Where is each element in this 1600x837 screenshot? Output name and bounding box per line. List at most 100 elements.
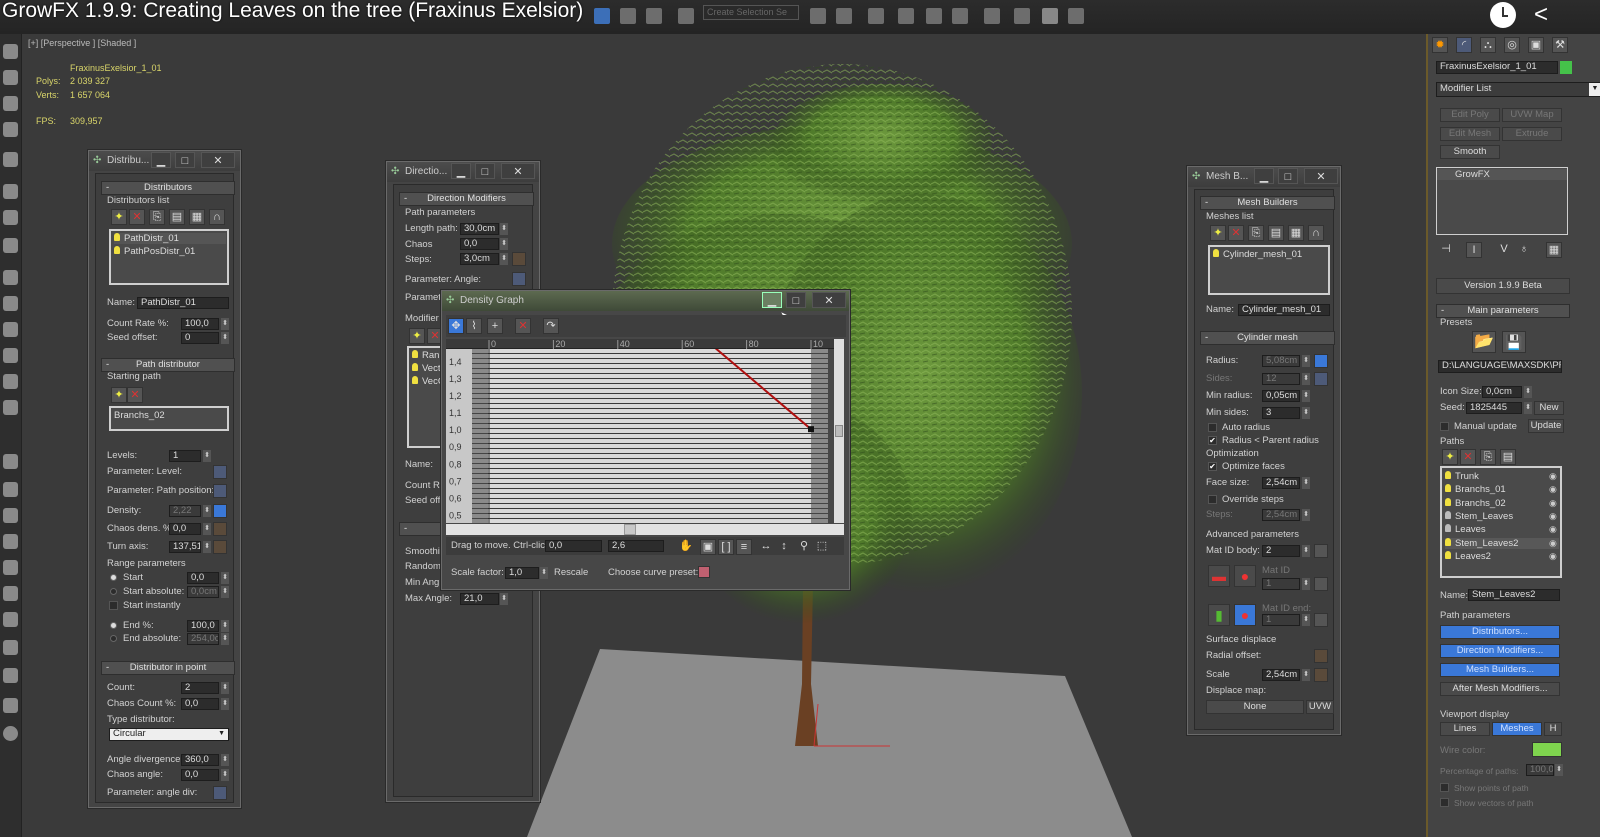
remove-path-icon[interactable]: ✕ — [127, 387, 143, 403]
chaos-angle-input[interactable]: 0,0 — [181, 769, 219, 781]
maximize-button[interactable]: □ — [786, 292, 806, 308]
distributors-rollout-header[interactable]: - Distributors — [101, 181, 235, 195]
start-absolute-input[interactable]: 0,0cm — [187, 586, 219, 598]
material-editor-icon[interactable] — [984, 8, 1000, 24]
paste-instance-icon[interactable]: ▦ — [1288, 225, 1304, 241]
chaos-spinner[interactable]: ⬍ — [500, 238, 508, 250]
lines-button[interactable]: Lines — [1440, 722, 1490, 736]
main-parameters-rollout-header[interactable]: - Main parameters — [1436, 304, 1570, 318]
turn-axis-spinner[interactable]: ⬍ — [203, 541, 211, 553]
density-curve-icon[interactable] — [213, 504, 227, 518]
count-rate-spinner[interactable]: ⬍ — [221, 318, 229, 330]
visibility-eye-icon[interactable]: ◉ — [1549, 511, 1557, 522]
edit-mesh-button[interactable]: Edit Mesh — [1440, 127, 1500, 141]
curve-editor-icon[interactable] — [926, 8, 942, 24]
x-value-input[interactable]: 0,0 — [545, 540, 602, 552]
visibility-eye-icon[interactable]: ◉ — [1549, 524, 1557, 535]
direction-modifiers-button[interactable]: Direction Modifiers... — [1440, 644, 1560, 658]
close-button[interactable]: ✕ — [501, 163, 535, 179]
path-distributor-rollout-header[interactable]: - Path distributor — [101, 358, 235, 372]
stack-item-growfx[interactable]: GrowFX — [1437, 169, 1567, 180]
sides-curve-icon[interactable] — [1314, 372, 1328, 386]
after-mesh-modifiers-button[interactable]: After Mesh Modifiers... — [1440, 682, 1560, 696]
path-list-item[interactable]: Branchs_01 ◉ — [1445, 484, 1559, 495]
distributors-titlebar[interactable]: ✣ Distribu... ▁ □ ✕ — [89, 151, 240, 171]
align-icon[interactable] — [836, 8, 852, 24]
length-path-spinner[interactable]: ⬍ — [500, 223, 508, 235]
delete-icon[interactable]: ✕ — [1228, 225, 1244, 241]
length-path-input[interactable]: 30,0cm — [460, 223, 499, 235]
create-tab-icon[interactable]: ✹ — [1432, 37, 1448, 53]
steps-spinner[interactable]: ⬍ — [1302, 509, 1310, 521]
list-item[interactable]: VecC — [412, 376, 445, 387]
histogram-icon[interactable] — [213, 465, 227, 479]
close-button[interactable]: ✕ — [201, 152, 235, 168]
object-color-swatch[interactable] — [1560, 61, 1572, 74]
headphones-icon[interactable]: ∩ — [209, 209, 225, 225]
cap-end-flat-icon[interactable]: ▮ — [1208, 604, 1230, 626]
fit-icon[interactable]: ≡ — [736, 539, 752, 555]
make-unique-icon[interactable]: V — [1496, 242, 1512, 258]
path-list-item[interactable]: Leaves ◉ — [1445, 524, 1559, 535]
start-radio[interactable] — [110, 574, 117, 581]
bracket-icon[interactable]: [ ] — [718, 539, 734, 555]
curve-icon[interactable] — [213, 540, 227, 554]
min-sides-spinner[interactable]: ⬍ — [1302, 407, 1310, 419]
minimize-button[interactable]: ▁ — [1254, 168, 1274, 184]
new-icon[interactable]: ✦ — [409, 328, 425, 344]
share-icon[interactable]: < — [1534, 2, 1562, 28]
display-tab-icon[interactable]: ▣ — [1528, 37, 1544, 53]
direction-titlebar[interactable]: ✣ Directio... ▁ □ ✕ — [387, 162, 539, 182]
y-value-input[interactable]: 2,6 — [608, 540, 664, 552]
particle-icon[interactable] — [3, 612, 18, 627]
end-absolute-input[interactable]: 254,0c — [187, 633, 219, 645]
percentage-input[interactable]: 100,0 — [1526, 764, 1554, 776]
list-item[interactable]: Ran — [412, 350, 439, 361]
visibility-eye-icon[interactable]: ◉ — [1549, 498, 1557, 509]
angle-divergence-input[interactable]: 360,0 — [181, 754, 219, 766]
chaos-input[interactable]: 0,0 — [460, 238, 499, 250]
face-size-input[interactable]: 2,54cm — [1262, 477, 1300, 489]
copy-icon[interactable]: ⎘ — [1248, 225, 1264, 241]
remove-modifier-icon[interactable]: ♁ — [1516, 242, 1532, 258]
distributors-list[interactable]: PathDistr_01 PathPosDistr_01 — [109, 229, 229, 285]
grid-icon[interactable] — [3, 122, 18, 137]
close-button[interactable]: ✕ — [812, 292, 846, 308]
scene-explorer-icon[interactable] — [898, 8, 914, 24]
meshes-list[interactable]: Cylinder_mesh_01 — [1208, 245, 1330, 295]
wind-icon[interactable] — [3, 586, 18, 601]
radius-input[interactable]: 5,08cm — [1262, 355, 1300, 367]
angle-divergence-spinner[interactable]: ⬍ — [221, 754, 229, 766]
starting-path-list[interactable]: Branchs_02 — [109, 406, 229, 431]
delete-point-icon[interactable]: ✕ — [515, 318, 531, 334]
min-radius-input[interactable]: 0,05cm — [1262, 390, 1300, 402]
teapot-icon[interactable] — [3, 44, 18, 59]
edit-named-selection-icon[interactable] — [678, 8, 694, 24]
scale-spinner[interactable]: ⬍ — [1302, 669, 1310, 681]
scale-point-icon[interactable]: ⌇ — [466, 318, 482, 334]
percentage-spinner[interactable]: ⬍ — [1555, 764, 1563, 776]
zoom-vertical-icon[interactable]: ↕ — [776, 539, 792, 555]
maximize-button[interactable]: □ — [475, 163, 495, 179]
bend-icon[interactable] — [3, 482, 18, 497]
reverse-curve-icon[interactable]: ↷ — [543, 318, 559, 334]
smooth-button[interactable]: Smooth — [1440, 145, 1500, 159]
icon-size-spinner[interactable]: ⬍ — [1524, 386, 1532, 398]
add-point-icon[interactable]: + — [487, 318, 503, 334]
box-icon[interactable] — [3, 270, 18, 285]
mat-id-body-spinner[interactable]: ⬍ — [1302, 545, 1310, 557]
chaos-count-input[interactable]: 0,0 — [181, 698, 219, 710]
minimize-button[interactable]: ▁ — [762, 292, 782, 308]
direction-modifiers-rollout-header[interactable]: - Direction Modifiers — [399, 192, 534, 206]
uvw-button[interactable]: UVW — [1306, 700, 1334, 714]
type-distributor-dropdown[interactable]: Circular ▼ — [109, 728, 229, 741]
uvw-map-button[interactable]: UVW Map — [1502, 108, 1562, 122]
icon-size-input[interactable]: 0,0cm — [1482, 386, 1522, 398]
meshes-button[interactable]: Meshes — [1492, 722, 1542, 736]
radius-curve-icon[interactable] — [1314, 354, 1328, 368]
optimize-faces-checkbox[interactable]: ✔ — [1208, 462, 1217, 471]
paste-path-icon[interactable]: ▤ — [1500, 449, 1516, 465]
list-item[interactable]: PathDistr_01 — [114, 233, 226, 244]
curve-icon[interactable] — [512, 252, 526, 266]
camera-icon[interactable] — [3, 184, 18, 199]
